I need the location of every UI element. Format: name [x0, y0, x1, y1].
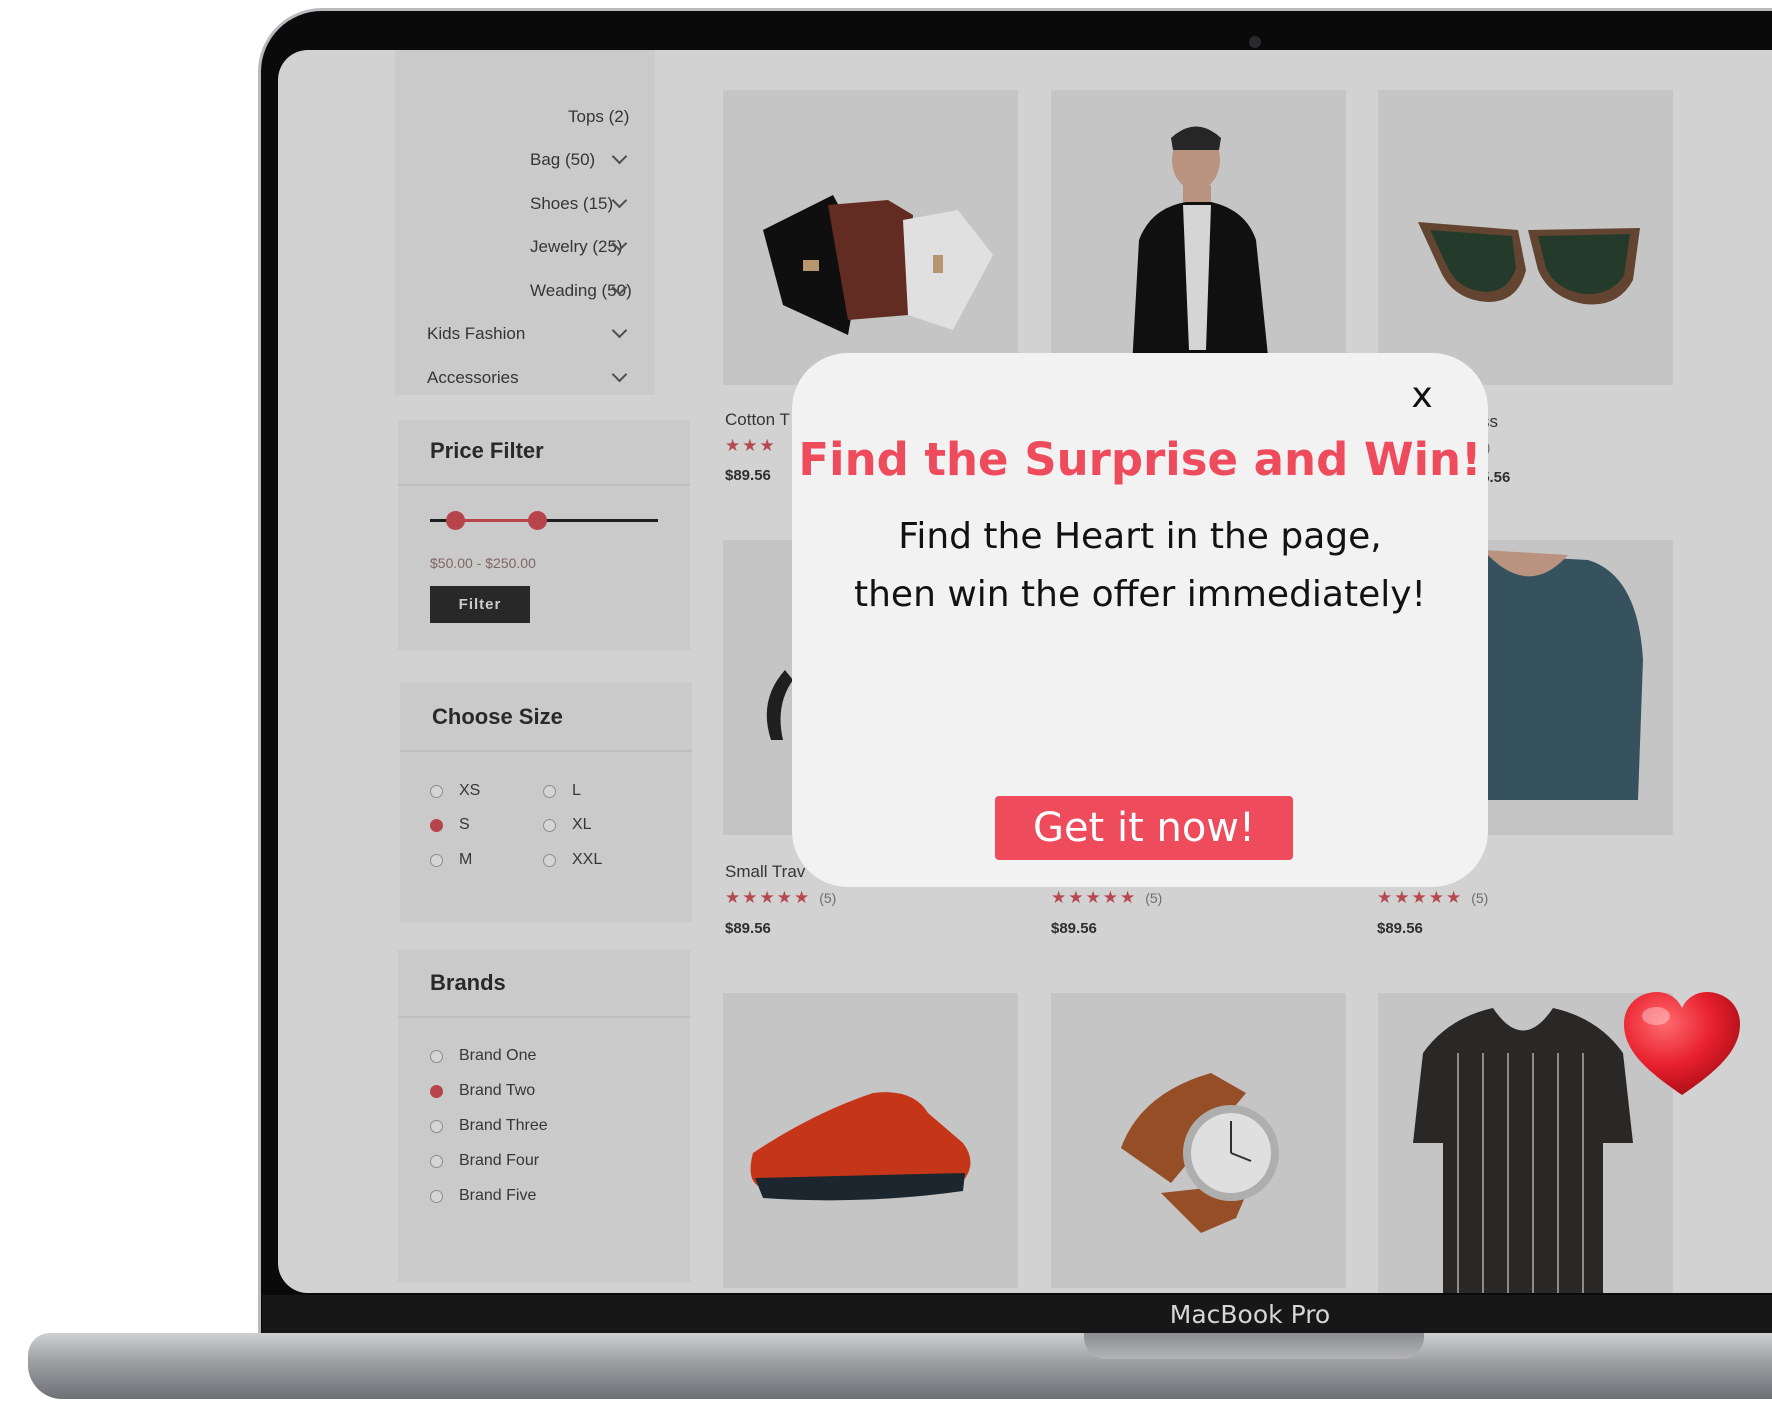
- camera-icon: [1249, 36, 1261, 48]
- close-icon[interactable]: x: [1400, 373, 1444, 417]
- laptop-base: [28, 1333, 1772, 1399]
- laptop-chin: [262, 1295, 1772, 1335]
- surprise-modal: x Find the Surprise and Win! Find the He…: [792, 353, 1488, 887]
- heart-icon[interactable]: [1622, 990, 1742, 1100]
- laptop-notch: [1084, 1333, 1424, 1359]
- get-it-now-button[interactable]: Get it now!: [995, 796, 1293, 860]
- device-label: MacBook Pro: [1169, 1300, 1331, 1329]
- modal-body-line: then win the offer immediately!: [854, 574, 1426, 615]
- modal-body-line: Find the Heart in the page,: [898, 516, 1382, 557]
- modal-body: Find the Heart in the page, then win the…: [812, 508, 1468, 624]
- modal-title: Find the Surprise and Win!: [798, 433, 1482, 486]
